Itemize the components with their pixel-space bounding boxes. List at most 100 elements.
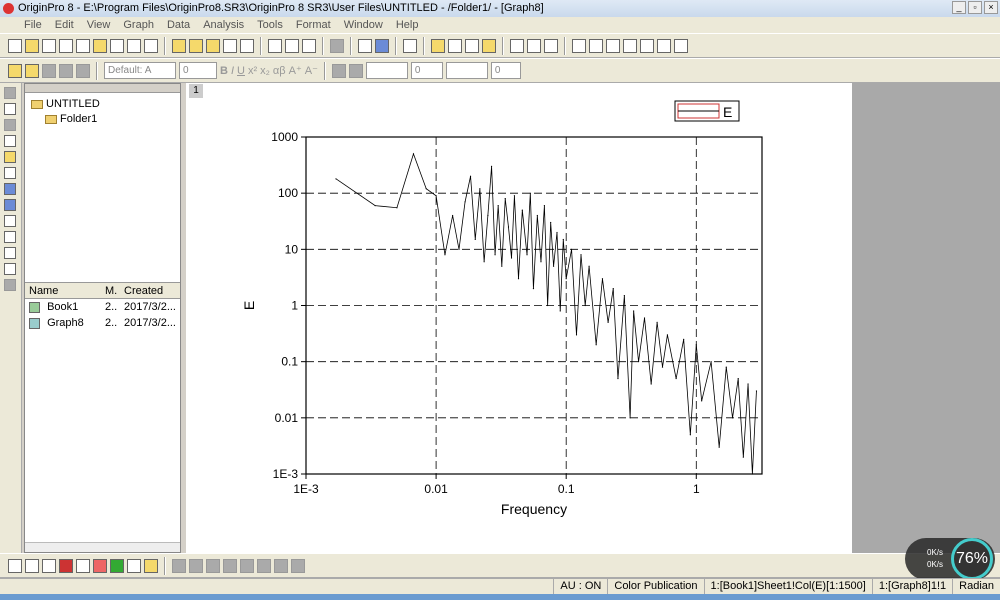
fill-color-icon[interactable] [331,63,346,78]
group-icon[interactable] [240,558,254,573]
statistics-icon[interactable] [93,558,107,573]
font-select[interactable]: Default: A [104,62,176,79]
line-plot-icon[interactable] [8,558,22,573]
template-icon[interactable] [144,558,158,573]
arrange-layers-icon[interactable] [606,38,620,53]
refresh-icon[interactable] [358,38,372,53]
project-explorer-icon[interactable] [403,38,417,53]
list-item[interactable]: Book1 2.. 2017/3/2... [25,299,180,315]
print-icon[interactable] [330,38,344,53]
regional-mask-icon[interactable] [4,199,16,211]
results-log-icon[interactable] [431,38,445,53]
layers-icon[interactable] [25,63,39,78]
menu-window[interactable]: Window [344,17,383,33]
fill-select[interactable]: 0 [490,62,521,79]
horizontal-scrollbar[interactable] [25,542,180,552]
underline-button[interactable]: U [237,65,245,77]
font-size-select[interactable]: 0 [179,62,217,79]
edit-icon[interactable] [8,63,22,78]
open-template-icon[interactable] [189,38,203,53]
increase-font-button[interactable]: A⁺ [289,64,302,77]
open-icon[interactable] [172,38,186,53]
list-item[interactable]: Graph8 2.. 2017/3/2... [25,315,180,331]
col-name[interactable]: Name [25,283,101,298]
minimize-button[interactable]: _ [952,1,966,14]
align-bottom-icon[interactable] [223,558,237,573]
new-graph-icon[interactable] [76,38,90,53]
axis-icon[interactable] [640,38,654,53]
zoom-in-icon[interactable] [510,38,524,53]
decrease-font-button[interactable]: A⁻ [305,64,318,77]
command-window-icon[interactable] [448,38,462,53]
superscript-button[interactable]: x² [248,65,257,77]
line-width-select[interactable]: 0 [410,62,443,79]
plot3d-icon[interactable] [76,558,90,573]
rectangle-tool-icon[interactable] [4,279,16,291]
italic-button[interactable]: I [231,65,234,77]
col-created[interactable]: Created [120,283,180,298]
back-icon[interactable] [291,558,305,573]
open-excel-icon[interactable] [206,38,220,53]
new-notes-icon[interactable] [144,38,158,53]
text-tool-icon[interactable] [4,231,16,243]
close-button[interactable]: × [984,1,998,14]
subscript-button[interactable]: x₂ [260,65,270,77]
restore-button[interactable]: ▫ [968,1,982,14]
new-folder-icon[interactable] [25,38,39,53]
new-matrix-icon[interactable] [93,38,107,53]
line-style-select[interactable] [365,62,408,79]
line-tool-icon[interactable] [4,263,16,275]
menu-tools[interactable]: Tools [257,17,283,33]
rescale-icon[interactable] [572,38,586,53]
duplicate-icon[interactable] [375,38,389,53]
menu-format[interactable]: Format [296,17,331,33]
front-icon[interactable] [274,558,288,573]
column-plot-icon[interactable] [59,558,73,573]
pattern-select[interactable] [445,62,488,79]
new-workbook-icon[interactable] [42,38,56,53]
align-top-icon[interactable] [206,558,220,573]
menu-view[interactable]: View [87,17,111,33]
menu-help[interactable]: Help [396,17,419,33]
new-legend-icon[interactable] [623,38,637,53]
menu-analysis[interactable]: Analysis [203,17,244,33]
zoom-out-icon[interactable] [527,38,541,53]
code-builder-icon[interactable] [465,38,479,53]
greek-button[interactable]: αβ [273,65,286,77]
menu-file[interactable]: File [24,17,42,33]
contour-icon[interactable] [127,558,141,573]
whole-page-icon[interactable] [544,38,558,53]
align-left-icon[interactable] [172,558,186,573]
line-symbol-icon[interactable] [42,558,56,573]
bold-button[interactable]: B [220,65,228,77]
new-function-icon[interactable] [110,38,124,53]
menu-edit[interactable]: Edit [55,17,74,33]
line-color-icon[interactable] [348,63,363,78]
menu-data[interactable]: Data [167,17,190,33]
draw-data-icon[interactable] [4,183,16,195]
data-selector-icon[interactable] [4,167,16,179]
table-icon[interactable] [674,38,688,53]
zoom-icon[interactable] [4,103,16,115]
data-reader-icon[interactable] [4,151,16,163]
layer-icon[interactable] [589,38,603,53]
arrow-tool-icon[interactable] [4,247,16,259]
menu-graph[interactable]: Graph [123,17,154,33]
save-template-icon[interactable] [240,38,254,53]
new-excel-icon[interactable] [59,38,73,53]
zoom-out-tool-icon[interactable] [4,119,16,131]
scatter-plot-icon[interactable] [25,558,39,573]
screen-reader-icon[interactable] [4,135,16,147]
tree-folder1[interactable]: Folder1 [31,112,174,127]
tree-root[interactable]: UNTITLED [31,97,174,112]
import-multiple-icon[interactable] [302,38,316,53]
area-plot-icon[interactable] [110,558,124,573]
import-icon[interactable] [268,38,282,53]
align-right-icon[interactable] [189,558,203,573]
new-project-icon[interactable] [8,38,22,53]
data-points-icon[interactable] [4,215,16,227]
col-modified[interactable]: M. [101,283,120,298]
timestamp-icon[interactable] [657,38,671,53]
add-app-icon[interactable] [482,38,496,53]
new-layout-icon[interactable] [127,38,141,53]
